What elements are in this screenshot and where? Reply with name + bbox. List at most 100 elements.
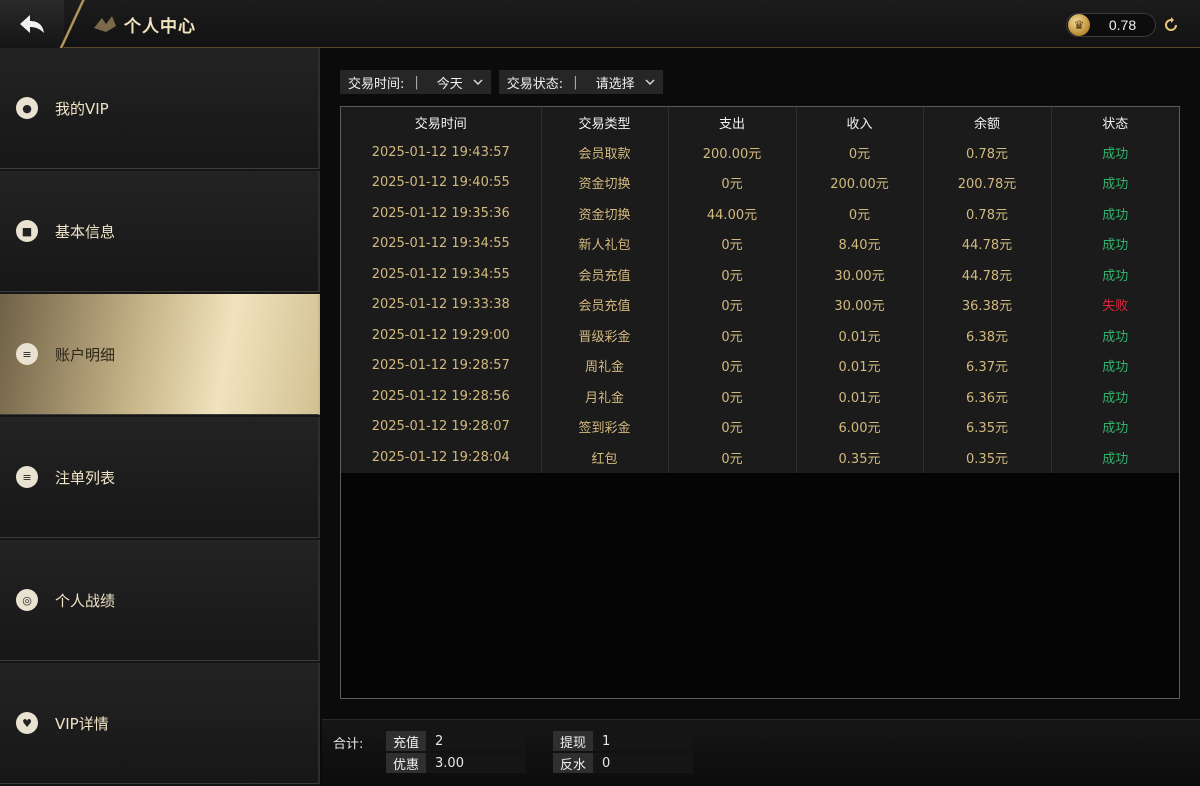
recharge-stat: 充值 2	[386, 731, 527, 751]
table-row: 2025-01-12 19:29:00 晋级彩金 0元 0.01元 6.38元 …	[341, 320, 1179, 351]
cell-expense: 0元	[668, 411, 797, 442]
sidebar-item-bet-list[interactable]: ≡ 注单列表	[0, 417, 320, 538]
recharge-label: 充值	[386, 731, 427, 751]
sidebar-item-label: 账户明细	[55, 345, 116, 364]
sidebar-item-vip-details[interactable]: ♥ VIP详情	[0, 663, 320, 784]
sidebar-item-basic-info[interactable]: ■ 基本信息	[0, 171, 320, 292]
cell-expense: 44.00元	[668, 198, 797, 229]
chevron-down-icon	[645, 79, 655, 85]
cell-income: 200.00元	[796, 167, 924, 198]
cell-time: 2025-01-12 19:28:07	[341, 411, 542, 442]
cell-expense: 0元	[668, 259, 797, 290]
cell-time: 2025-01-12 19:28:04	[341, 442, 542, 473]
withdraw-stat: 提现 1	[553, 731, 694, 751]
cell-type: 月礼金	[541, 381, 669, 412]
page-title-group: 个人中心	[92, 0, 196, 48]
cell-status: 成功	[1102, 360, 1129, 376]
cell-status: 成功	[1102, 421, 1129, 437]
cell-type: 资金切换	[541, 198, 669, 229]
cell-income: 6.00元	[796, 411, 924, 442]
back-button[interactable]	[0, 0, 64, 48]
refresh-icon	[1165, 17, 1177, 31]
table-row: 2025-01-12 19:33:38 会员充值 0元 30.00元 36.38…	[341, 289, 1179, 320]
rebate-value: 0	[593, 753, 694, 773]
table-row: 2025-01-12 19:40:55 资金切换 0元 200.00元 200.…	[341, 167, 1179, 198]
refresh-button[interactable]	[1160, 14, 1182, 36]
cell-expense: 0元	[668, 228, 797, 259]
cell-income: 30.00元	[796, 259, 924, 290]
sidebar-item-personal-record[interactable]: ◎ 个人战绩	[0, 540, 320, 661]
vip-icon: ♥	[16, 712, 38, 734]
card-emblem-icon	[94, 16, 116, 32]
cell-expense: 0元	[668, 289, 797, 320]
cell-balance: 6.37元	[923, 350, 1052, 381]
cell-time: 2025-01-12 19:34:55	[341, 228, 542, 259]
cell-balance: 36.38元	[923, 289, 1052, 320]
cell-income: 8.40元	[796, 228, 924, 259]
cell-balance: 0.78元	[923, 137, 1052, 168]
table-row: 2025-01-12 19:28:57 周礼金 0元 0.01元 6.37元 成…	[341, 350, 1179, 381]
bonus-value: 3.00	[426, 753, 527, 773]
cell-status: 成功	[1102, 177, 1129, 193]
cell-income: 0.01元	[796, 381, 924, 412]
cell-status: 成功	[1102, 207, 1129, 223]
table-row: 2025-01-12 19:28:56 月礼金 0元 0.01元 6.36元 成…	[341, 381, 1179, 412]
sidebar-item-account-details[interactable]: ≡ 账户明细	[0, 294, 320, 415]
cell-time: 2025-01-12 19:34:55	[341, 259, 542, 290]
bonus-label: 优惠	[386, 753, 427, 773]
balance-display: ♛ 0.78	[1066, 13, 1156, 37]
table-row: 2025-01-12 19:34:55 会员充值 0元 30.00元 44.78…	[341, 259, 1179, 290]
sidebar: ● 我的VIP ■ 基本信息 ≡ 账户明细 ≡ 注单列表 ◎ 个人战绩 ♥ VI…	[0, 48, 320, 786]
crown-coin-icon: ♛	[1068, 14, 1090, 36]
rebate-stat: 反水 0	[553, 753, 694, 773]
cell-type: 晋级彩金	[541, 320, 669, 351]
time-filter-dropdown[interactable]: 交易时间: | 今天	[340, 70, 491, 94]
chevron-down-icon	[473, 79, 483, 85]
status-filter-dropdown[interactable]: 交易状态: | 请选择	[498, 70, 663, 94]
column-header: 收入	[796, 107, 924, 137]
page-title: 个人中心	[124, 16, 196, 37]
cell-balance: 6.36元	[923, 381, 1052, 412]
transactions-table: 交易时间 交易类型 支出 收入 余额 状态 2025-01-12 19:43:5…	[341, 107, 1179, 473]
cell-expense: 0元	[668, 350, 797, 381]
cell-expense: 200.00元	[668, 137, 797, 168]
cell-type: 会员充值	[541, 289, 669, 320]
sidebar-item-my-vip[interactable]: ● 我的VIP	[0, 48, 320, 169]
table-row: 2025-01-12 19:43:57 会员取款 200.00元 0元 0.78…	[341, 137, 1179, 168]
withdraw-label: 提现	[553, 731, 594, 751]
summary-label: 合计:	[333, 737, 364, 752]
cell-balance: 0.78元	[923, 198, 1052, 229]
cell-income: 30.00元	[796, 289, 924, 320]
cell-expense: 0元	[668, 320, 797, 351]
header-divider	[58, 0, 88, 48]
table-row: 2025-01-12 19:28:07 签到彩金 0元 6.00元 6.35元 …	[341, 411, 1179, 442]
recharge-value: 2	[426, 731, 527, 751]
cell-type: 会员充值	[541, 259, 669, 290]
cell-income: 0.01元	[796, 320, 924, 351]
cell-balance: 200.78元	[923, 167, 1052, 198]
info-icon: ■	[16, 220, 38, 242]
sidebar-item-label: VIP详情	[55, 714, 109, 733]
cell-status: 成功	[1102, 268, 1129, 284]
cell-status: 成功	[1102, 329, 1129, 345]
cell-income: 0元	[796, 198, 924, 229]
balance-value: 0.78	[1108, 17, 1137, 33]
cell-time: 2025-01-12 19:28:56	[341, 381, 542, 412]
cell-time: 2025-01-12 19:33:38	[341, 289, 542, 320]
cell-balance: 6.38元	[923, 320, 1052, 351]
cell-type: 资金切换	[541, 167, 669, 198]
cell-type: 新人礼包	[541, 228, 669, 259]
back-arrow-icon	[20, 15, 44, 33]
cell-income: 0元	[796, 137, 924, 168]
sidebar-item-label: 个人战绩	[55, 591, 116, 610]
cell-balance: 0.35元	[923, 442, 1052, 473]
status-filter-label: 交易状态:	[506, 76, 564, 92]
cell-status: 成功	[1102, 146, 1129, 162]
sidebar-item-label: 基本信息	[55, 222, 116, 241]
status-filter-value: 请选择	[595, 76, 635, 92]
cell-type: 周礼金	[541, 350, 669, 381]
time-filter-value: 今天	[436, 76, 463, 92]
cell-time: 2025-01-12 19:35:36	[341, 198, 542, 229]
sidebar-item-label: 我的VIP	[55, 99, 109, 118]
medal-icon: ◎	[16, 589, 38, 611]
